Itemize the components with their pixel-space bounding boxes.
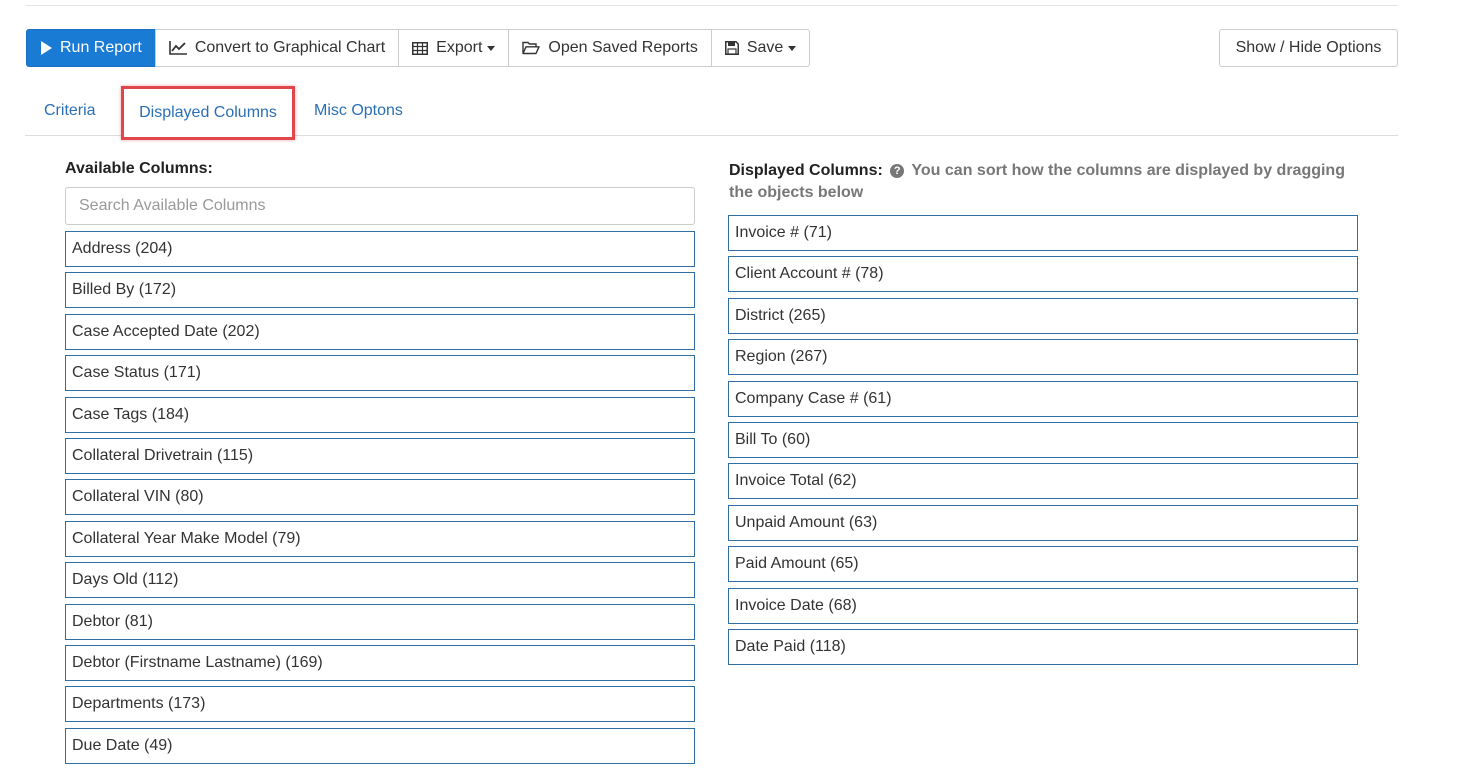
displayed-columns-heading: Displayed Columns: ? You can sort how th…: [729, 160, 1369, 204]
show-hide-options-button[interactable]: Show / Hide Options: [1219, 29, 1398, 67]
displayed-column-item[interactable]: Unpaid Amount (63): [728, 504, 1358, 541]
available-column-item[interactable]: Case Accepted Date (202): [65, 313, 695, 350]
play-icon: [41, 41, 52, 55]
tab-displayed-columns[interactable]: Displayed Columns: [121, 86, 295, 140]
table-icon: [412, 41, 429, 55]
available-column-item[interactable]: Debtor (81): [65, 603, 695, 640]
displayed-column-item[interactable]: Region (267): [728, 339, 1358, 376]
run-report-button[interactable]: Run Report: [26, 29, 156, 67]
displayed-column-item[interactable]: District (265): [728, 297, 1358, 334]
displayed-column-item[interactable]: Paid Amount (65): [728, 546, 1358, 583]
save-label: Save: [746, 39, 784, 56]
export-dropdown-button[interactable]: Export: [398, 29, 510, 67]
available-column-item[interactable]: Case Tags (184): [65, 396, 695, 433]
convert-chart-label: Convert to Graphical Chart: [194, 39, 386, 56]
export-label: Export: [436, 39, 483, 56]
available-column-item[interactable]: Collateral VIN (80): [65, 479, 695, 516]
available-columns-list: Address (204) Billed By (172) Case Accep…: [65, 231, 695, 768]
displayed-column-item[interactable]: Client Account # (78): [728, 256, 1358, 293]
available-column-item[interactable]: Address (204): [65, 231, 695, 267]
available-column-item[interactable]: Billed By (172): [65, 272, 695, 309]
report-toolbar: Run Report Convert to Graphical Chart Ex…: [26, 29, 811, 67]
displayed-columns-label: Displayed Columns:: [729, 162, 883, 179]
available-column-item[interactable]: Departments (173): [65, 686, 695, 723]
run-report-label: Run Report: [60, 39, 142, 56]
displayed-column-item[interactable]: Invoice # (71): [728, 215, 1358, 251]
open-saved-label: Open Saved Reports: [548, 39, 698, 56]
save-dropdown-button[interactable]: Save: [710, 29, 811, 67]
displayed-column-item[interactable]: Date Paid (118): [728, 628, 1358, 665]
displayed-columns-list: Invoice # (71) Client Account # (78) Dis…: [728, 215, 1358, 670]
search-available-columns-input[interactable]: [65, 187, 695, 225]
available-column-item[interactable]: Days Old (112): [65, 562, 695, 599]
available-column-item[interactable]: Collateral Year Make Model (79): [65, 520, 695, 557]
available-column-item[interactable]: Case Status (171): [65, 355, 695, 392]
chevron-down-icon: [487, 45, 496, 51]
displayed-column-item[interactable]: Invoice Total (62): [728, 463, 1358, 500]
available-column-item[interactable]: Due Date (49): [65, 727, 695, 764]
open-saved-reports-button[interactable]: Open Saved Reports: [508, 29, 712, 67]
folder-open-icon: [522, 41, 541, 55]
displayed-column-item[interactable]: Invoice Date (68): [728, 587, 1358, 624]
line-chart-icon: [169, 41, 187, 55]
available-column-item[interactable]: Collateral Drivetrain (115): [65, 437, 695, 474]
tab-criteria[interactable]: Criteria: [44, 86, 96, 136]
tab-bar: Criteria Displayed Columns Misc Optons: [25, 86, 1398, 140]
floppy-disk-icon: [724, 41, 739, 55]
question-circle-icon: ?: [890, 164, 905, 178]
top-divider: [25, 5, 1398, 6]
convert-chart-button[interactable]: Convert to Graphical Chart: [154, 29, 400, 67]
available-column-item[interactable]: Debtor (Firstname Lastname) (169): [65, 644, 695, 681]
displayed-column-item[interactable]: Company Case # (61): [728, 380, 1358, 417]
available-columns-label: Available Columns:: [65, 160, 213, 177]
tab-misc-options[interactable]: Misc Optons: [314, 86, 403, 136]
chevron-down-icon: [788, 45, 797, 51]
displayed-column-item[interactable]: Bill To (60): [728, 421, 1358, 458]
